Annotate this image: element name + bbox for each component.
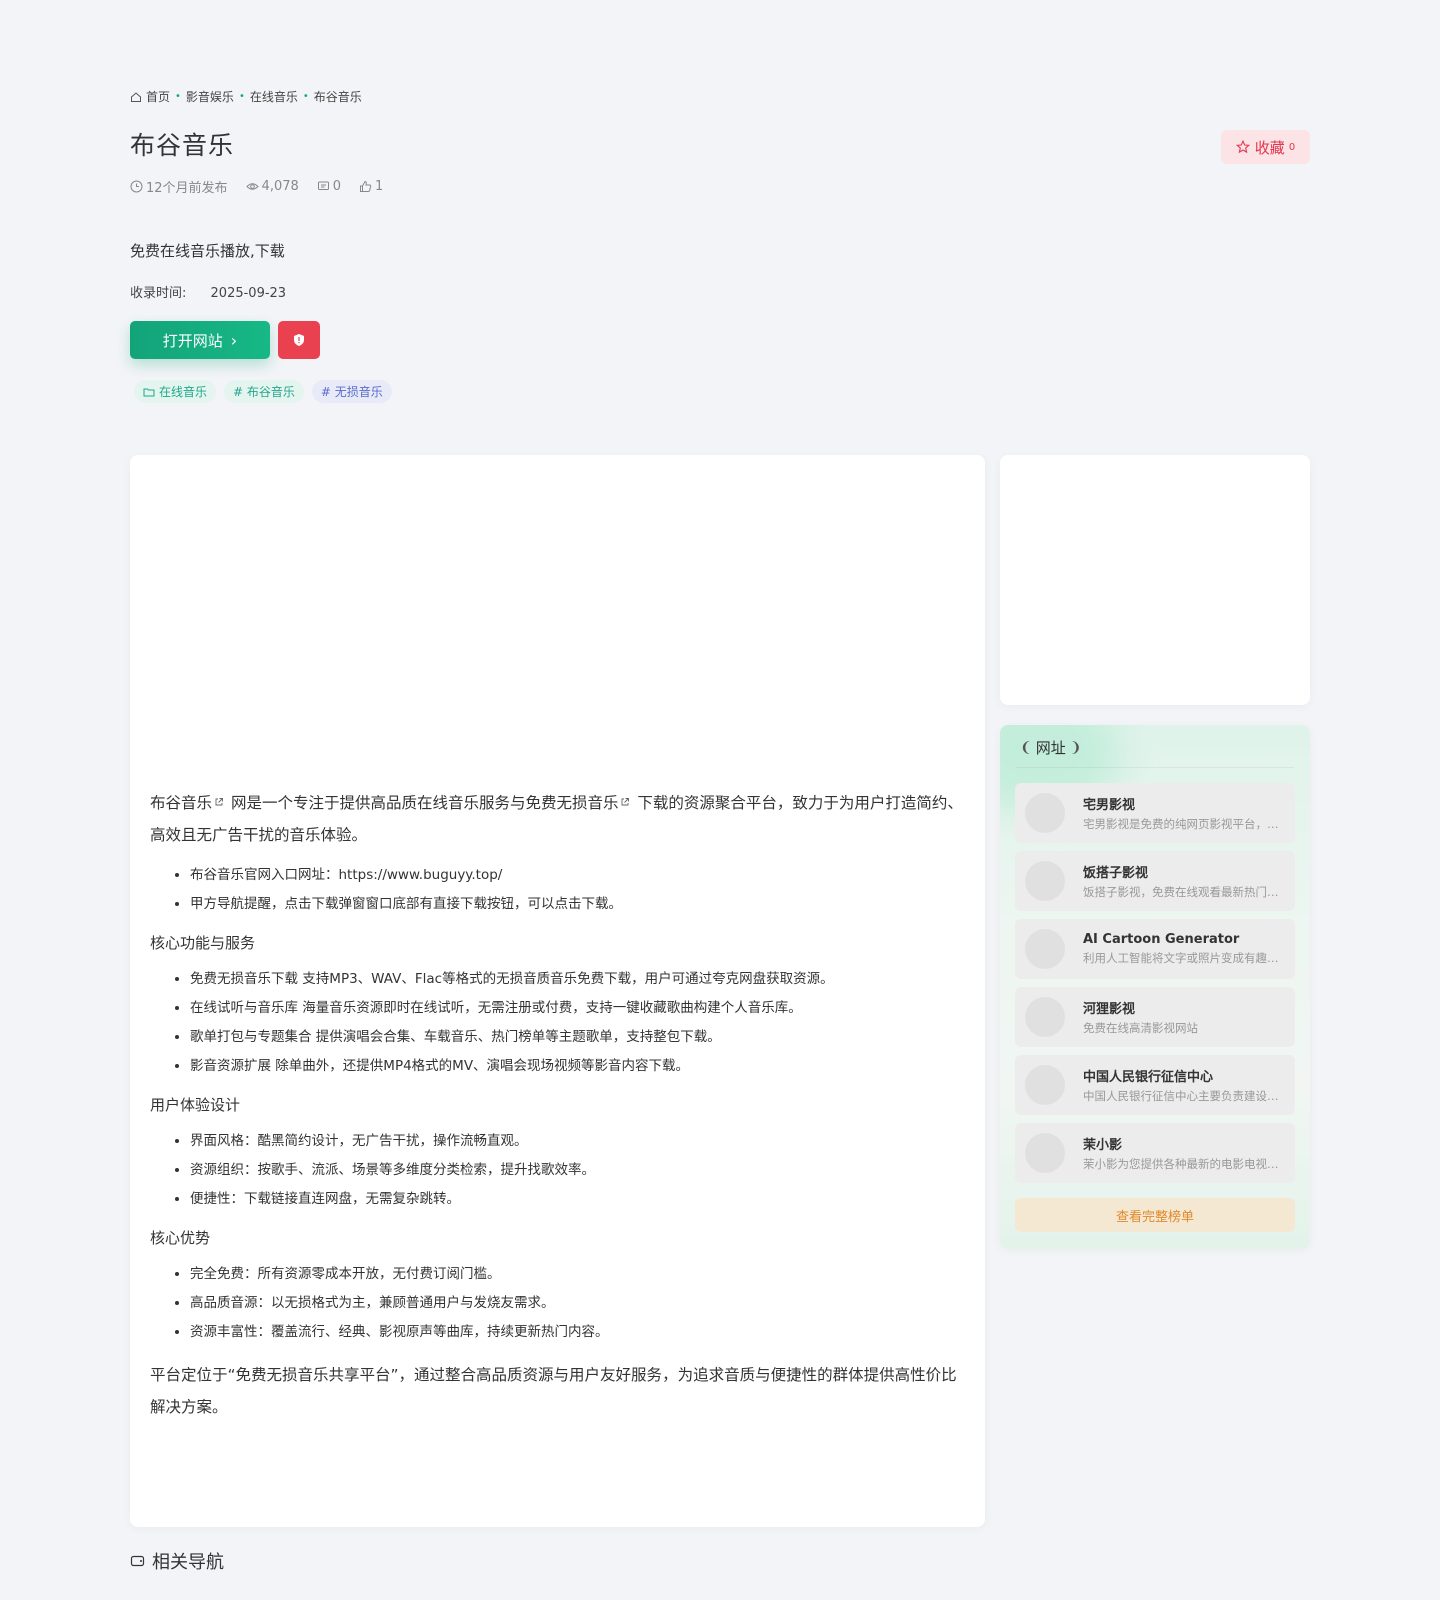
shield-alert-icon — [294, 334, 304, 346]
sidebar-ranking-card: ❨ 网址 ❩ 宅男影视 宅男影视是免费的纯网页影视平台，提供 饭搭子影视 饭搭子影视… — [1000, 725, 1310, 1249]
favorite-label: 收藏 — [1254, 138, 1285, 157]
tag-item[interactable]: # 布谷音乐 — [224, 380, 304, 403]
meta-bar: 12个月前发布 4,078 0 1 — [130, 177, 401, 196]
thumbs-up-icon — [360, 180, 372, 192]
record-date: 2025-09-23 — [210, 286, 287, 301]
breadcrumb-separator: • — [175, 91, 181, 102]
inline-link-site[interactable]: 布谷音乐 — [150, 794, 212, 812]
ranking-item[interactable]: AI Cartoon Generator 利用人工智能将文字或照片变成有趣的卡通 — [1015, 919, 1295, 979]
list-item: 便捷性：下载链接直连网盘，无需复杂跳转。 — [190, 1185, 965, 1214]
breadcrumb-separator: • — [238, 91, 245, 102]
site-avatar — [1025, 997, 1065, 1037]
section-heading: 用户体验设计 — [150, 1096, 241, 1114]
ranking-item-desc: 宅男影视是免费的纯网页影视平台，提供 — [1083, 817, 1288, 831]
ranking-item-desc: 利用人工智能将文字或照片变成有趣的卡通 — [1083, 951, 1288, 965]
ranking-item-name: 茉小影 — [1083, 1138, 1123, 1153]
clock-icon — [130, 180, 143, 193]
breadcrumb-category[interactable]: 影音娱乐 — [186, 88, 234, 105]
folder-icon — [143, 388, 155, 396]
ranking-item[interactable]: 中国人民银行征信中心中国人民银行征信中心主要负责建设、运行 — [1015, 1055, 1295, 1115]
view-full-ranking-button[interactable]: 查看完整榜单 — [1015, 1198, 1295, 1232]
ranking-item-name: 河狸影视 — [1083, 1002, 1136, 1017]
list-item: 在线试听与音乐库 海量音乐资源即时在线试听，无需注册或付费，支持一键收藏歌曲构建… — [190, 994, 965, 1023]
breadcrumb-subcategory[interactable]: 在线音乐 — [250, 88, 298, 105]
section-list: 完全免费：所有资源零成本开放，无付费订阅门槛。 高品质音源：以无损格式为主，兼顾… — [150, 1260, 965, 1347]
article-closing: 平台定位于“免费无损音乐共享平台”，通过整合高品质资源与用户友好服务，为追求音质… — [150, 1366, 957, 1416]
ranking-item[interactable]: 宅男影视宅男影视是免费的纯网页影视平台，提供 — [1015, 783, 1295, 843]
chevron-right-icon: › — [230, 330, 238, 350]
breadcrumb-separator: • — [302, 91, 309, 102]
article-lead: 布谷音乐 网是一个专注于提供高品质在线音乐服务与免费无损音乐 下载的资源聚合平台… — [150, 794, 963, 844]
site-avatar — [1025, 1065, 1065, 1105]
ranking-item-name: 宅男影视 — [1083, 798, 1136, 813]
favorite-button[interactable]: 收藏 0 — [1221, 130, 1310, 164]
page-title: 布谷音乐 — [130, 131, 235, 160]
breadcrumb-home[interactable]: 首页 — [146, 88, 170, 105]
tag-item[interactable]: # 无损音乐 — [311, 380, 392, 403]
open-website-label: 打开网站 — [162, 331, 223, 350]
article-content: 布谷音乐 网是一个专注于提供高品质在线音乐服务与免费无损音乐 下载的资源聚合平台… — [150, 787, 965, 1423]
breadcrumb: 首页 • 影音娱乐 • 在线音乐 • 布谷音乐 — [130, 88, 362, 105]
meta-comments[interactable]: 0 — [317, 179, 341, 194]
meta-likes[interactable]: 1 — [359, 179, 383, 194]
ranking-item[interactable]: 饭搭子影视饭搭子影视，免费在线观看最新热门影视 — [1015, 851, 1295, 911]
record-time: 收录时间: 2025-09-23 — [130, 282, 286, 301]
list-item: 影音资源扩展 除单曲外，还提供MP4格式的MV、演唱会现场视频等影音内容下载。 — [190, 1052, 965, 1081]
star-icon — [1235, 140, 1250, 154]
laurel-left-icon: ❨ — [1020, 739, 1032, 756]
tag-list: 在线音乐 # 布谷音乐 # 无损音乐 — [134, 380, 400, 403]
list-item: 布谷音乐官网入口网址：https://www.buguyy.top/ — [190, 861, 965, 890]
sidebar-ad-slot — [1000, 455, 1310, 705]
laurel-right-icon: ❩ — [1069, 739, 1082, 756]
ranking-item-desc: 饭搭子影视，免费在线观看最新热门影视 — [1083, 885, 1288, 899]
site-avatar — [1025, 861, 1065, 901]
tag-category[interactable]: 在线音乐 — [134, 380, 217, 403]
list-item: 高品质音源：以无损格式为主，兼顾普通用户与发烧友需求。 — [190, 1289, 965, 1318]
section-list: 界面风格：酷黑简约设计，无广告干扰，操作流畅直观。 资源组织：按歌手、流派、场景… — [150, 1127, 965, 1214]
list-item: 资源丰富性：覆盖流行、经典、影视原声等曲库，持续更新热门内容。 — [190, 1318, 965, 1347]
eye-icon — [245, 183, 259, 190]
ranking-item-name: 饭搭子影视 — [1083, 866, 1149, 881]
external-link-icon — [622, 798, 630, 806]
ranking-item-desc: 中国人民银行征信中心主要负责建设、运行 — [1083, 1089, 1288, 1103]
site-avatar — [1025, 1133, 1065, 1173]
breadcrumb-current: 布谷音乐 — [313, 90, 362, 104]
list-item: 资源组织：按歌手、流派、场景等多维度分类检索，提升找歌效率。 — [190, 1156, 965, 1185]
section-heading: 核心功能与服务 — [150, 934, 256, 952]
article-card: 布谷音乐 网是一个专注于提供高品质在线音乐服务与免费无损音乐 下载的资源聚合平台… — [130, 455, 985, 1527]
ranking-item-desc: 免费在线高清影视网站 — [1083, 1021, 1198, 1035]
ranking-item[interactable]: 河狸影视免费在线高清影视网站 — [1015, 987, 1295, 1047]
ranking-item[interactable]: 茉小影茉小影为您提供各种最新的电影电视剧在线 — [1015, 1123, 1295, 1183]
list-item: 界面风格：酷黑简约设计，无广告干扰，操作流畅直观。 — [190, 1127, 965, 1156]
list-item: 甲方导航提醒，点击下载弹窗窗口底部有直接下载按钮，可以点击下载。 — [190, 890, 965, 919]
list-item: 免费无损音乐下载 支持MP3、WAV、Flac等格式的无损音质音乐免费下载，用户… — [190, 965, 965, 994]
list-item: 歌单打包与专题集合 提供演唱会合集、车载音乐、热门榜单等主题歌单，支持整包下载。 — [190, 1023, 965, 1052]
section-heading: 核心优势 — [150, 1229, 211, 1247]
record-label: 收录时间: — [130, 286, 187, 301]
list-item: 完全免费：所有资源零成本开放，无付费订阅门槛。 — [190, 1260, 965, 1289]
report-button[interactable] — [278, 321, 320, 359]
ranking-item-name: AI Cartoon Generator — [1083, 932, 1240, 947]
sidebar-ranking-title: ❨ 网址 ❩ — [1020, 739, 1082, 757]
home-icon — [131, 91, 141, 102]
tag-icon — [130, 1555, 145, 1567]
meta-views: 4,078 — [245, 179, 299, 194]
site-description: 免费在线音乐播放,下载 — [130, 242, 285, 260]
intro-list: 布谷音乐官网入口网址：https://www.buguyy.top/ 甲方导航提… — [150, 861, 965, 919]
divider — [1016, 767, 1294, 768]
ranking-item-desc: 茉小影为您提供各种最新的电影电视剧在线 — [1083, 1157, 1288, 1171]
open-website-button[interactable]: 打开网站 › — [130, 321, 270, 359]
ranking-item-name: 中国人民银行征信中心 — [1083, 1070, 1214, 1085]
external-link-icon — [215, 798, 223, 806]
site-avatar — [1025, 793, 1065, 833]
favorite-count: 0 — [1288, 141, 1296, 153]
section-list: 免费无损音乐下载 支持MP3、WAV、Flac等格式的无损音质音乐免费下载，用户… — [150, 965, 965, 1081]
comment-icon — [317, 181, 329, 190]
ranking-list: 宅男影视宅男影视是免费的纯网页影视平台，提供 饭搭子影视饭搭子影视，免费在线观看… — [1015, 783, 1295, 1191]
site-avatar — [1025, 929, 1065, 969]
meta-published: 12个月前发布 — [130, 177, 228, 196]
related-nav-heading: 相关导航 — [130, 1548, 224, 1574]
